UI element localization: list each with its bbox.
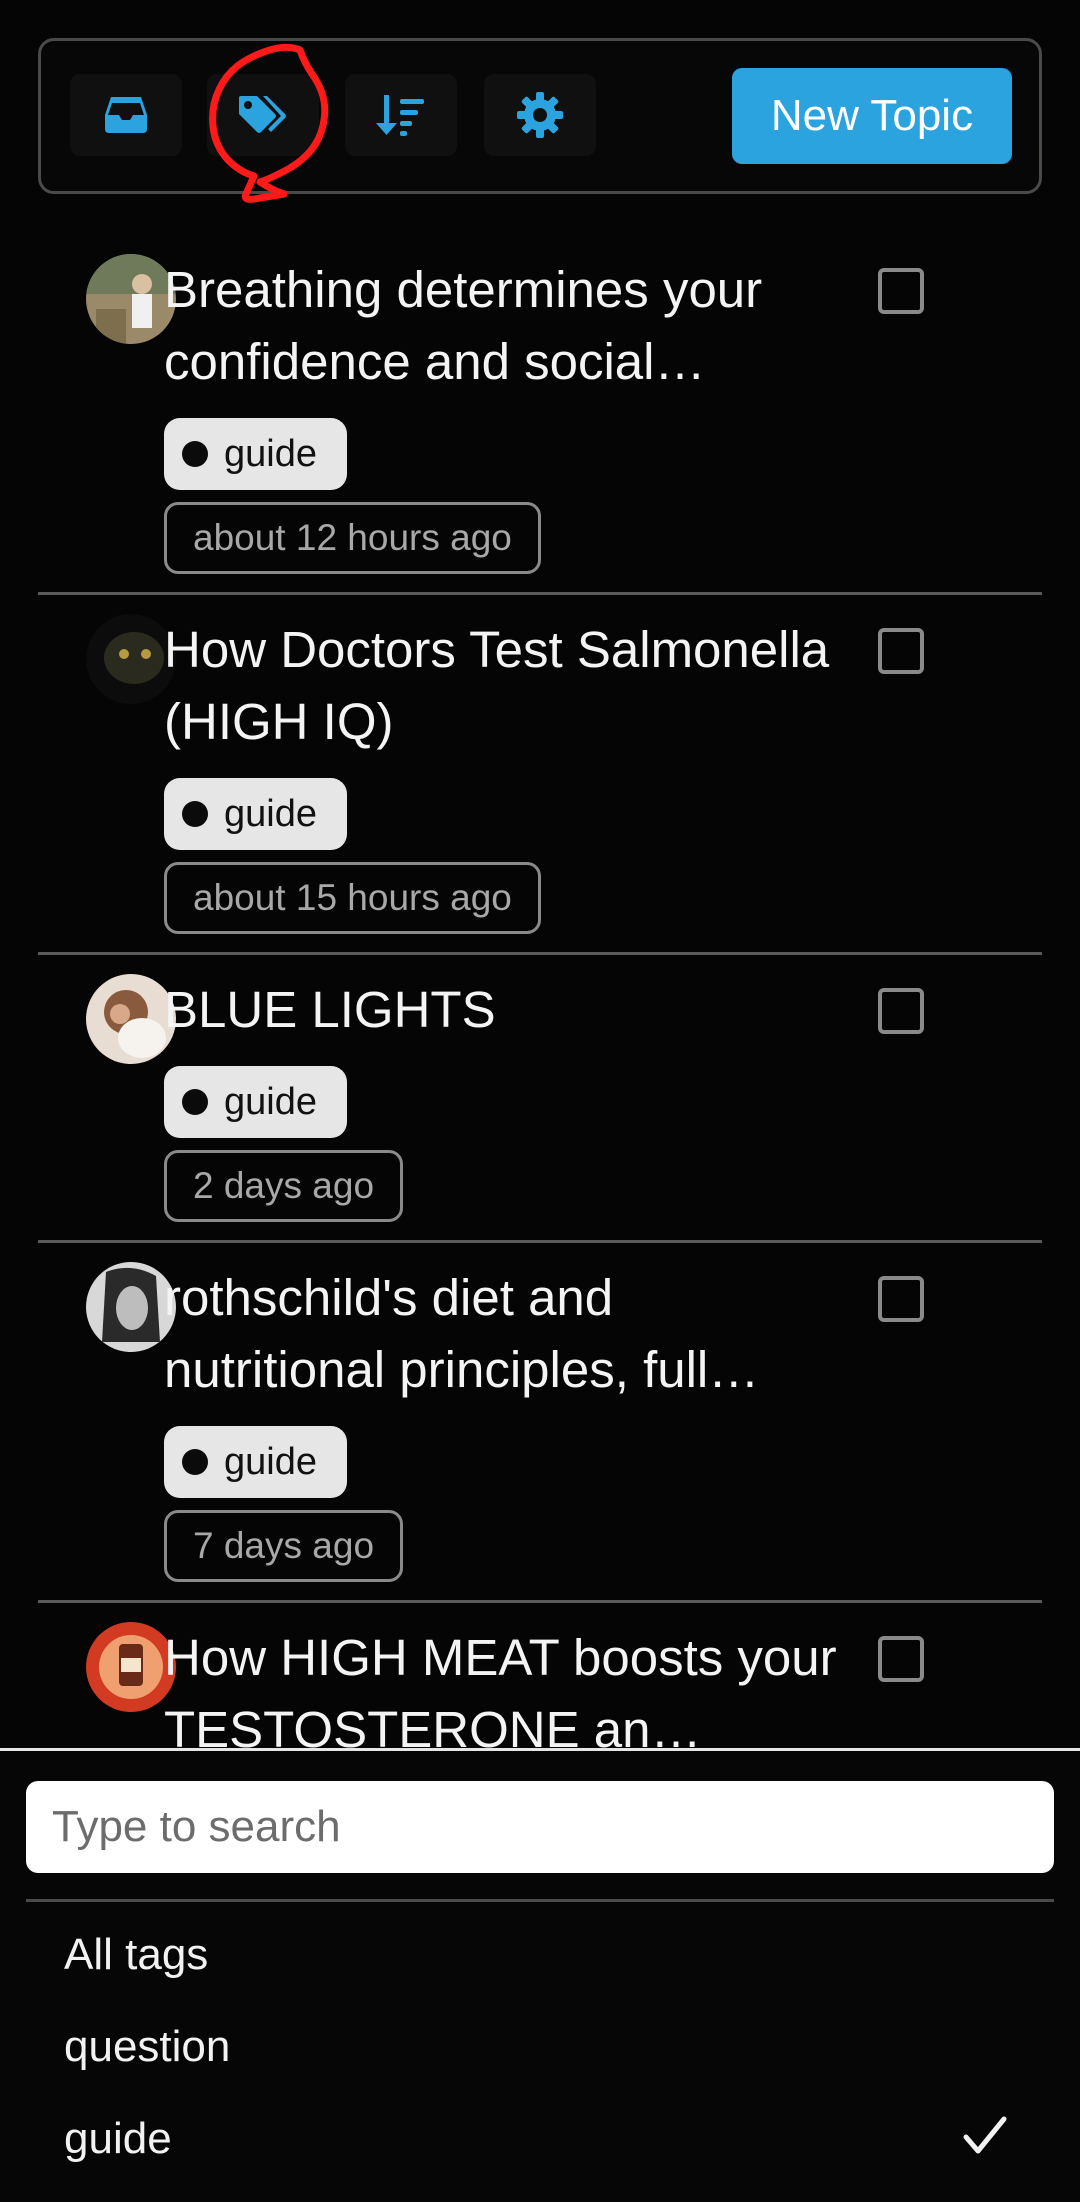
tag-label: guide <box>224 1440 317 1483</box>
tag-color-dot <box>182 1449 208 1475</box>
topic-title[interactable]: How Doctors Test Salmonella (HIGH IQ) <box>164 614 844 758</box>
tags-filter-button[interactable] <box>207 74 319 156</box>
topic-select-checkbox[interactable] <box>878 628 924 674</box>
dropdown-divider <box>26 1899 1054 1902</box>
tag-color-dot <box>182 1089 208 1115</box>
topic-divider <box>38 592 1042 595</box>
timestamp-badge: about 12 hours ago <box>164 502 541 574</box>
tag-color-dot <box>182 441 208 467</box>
tag-option-label: question <box>64 2022 231 2071</box>
tag-label: guide <box>224 792 317 835</box>
avatar[interactable] <box>86 1622 176 1712</box>
inbox-button[interactable] <box>70 74 182 156</box>
avatar[interactable] <box>86 254 176 344</box>
tag-label: guide <box>224 1080 317 1123</box>
avatar[interactable] <box>86 974 176 1064</box>
topic-select-checkbox[interactable] <box>878 268 924 314</box>
tag-color-dot <box>182 801 208 827</box>
sort-button[interactable] <box>345 74 457 156</box>
settings-button[interactable] <box>484 74 596 156</box>
gear-icon <box>516 91 564 139</box>
topic-title[interactable]: rothschild's diet and nutritional princi… <box>164 1262 844 1406</box>
tag-search-input[interactable] <box>26 1781 1054 1873</box>
topic-select-checkbox[interactable] <box>878 988 924 1034</box>
tag-badge[interactable]: guide <box>164 778 347 850</box>
avatar[interactable] <box>86 614 176 704</box>
topic-select-checkbox[interactable] <box>878 1636 924 1682</box>
tag-option-label: All tags <box>64 1930 209 1979</box>
topic-title[interactable]: Breathing determines your confidence and… <box>164 254 844 398</box>
avatar[interactable] <box>86 1262 176 1352</box>
timestamp-badge: 2 days ago <box>164 1150 404 1222</box>
tag-badge[interactable]: guide <box>164 1426 347 1498</box>
topic-divider <box>38 1240 1042 1243</box>
topic-divider <box>38 952 1042 955</box>
tag-label: guide <box>224 432 317 475</box>
tag-option-question[interactable]: question <box>26 2005 1054 2089</box>
tag-option-label: guide <box>64 2114 172 2163</box>
tag-option-all-tags[interactable]: All tags <box>26 1913 1054 1997</box>
timestamp-badge: 7 days ago <box>164 1510 404 1582</box>
tag-badge[interactable]: guide <box>164 1066 347 1138</box>
tag-option-guide[interactable]: guide <box>26 2097 1054 2181</box>
topic-list: Breathing determines your confidence and… <box>0 0 1080 1750</box>
inbox-icon <box>103 95 149 135</box>
tag-filter-dropdown: All tags question guide <box>0 1748 1080 2202</box>
tag-badge[interactable]: guide <box>164 418 347 490</box>
topic-toolbar: New Topic <box>38 38 1042 194</box>
topic-select-checkbox[interactable] <box>878 1276 924 1322</box>
topic-title[interactable]: How HIGH MEAT boosts your TESTOSTERONE a… <box>164 1622 844 1750</box>
topic-divider <box>38 1600 1042 1603</box>
sort-icon <box>376 93 426 137</box>
checkmark-icon <box>962 2115 1008 2168</box>
timestamp-badge: about 15 hours ago <box>164 862 541 934</box>
new-topic-button[interactable]: New Topic <box>732 68 1012 164</box>
topic-title[interactable]: BLUE LIGHTS <box>164 974 844 1046</box>
tags-icon <box>237 94 289 136</box>
